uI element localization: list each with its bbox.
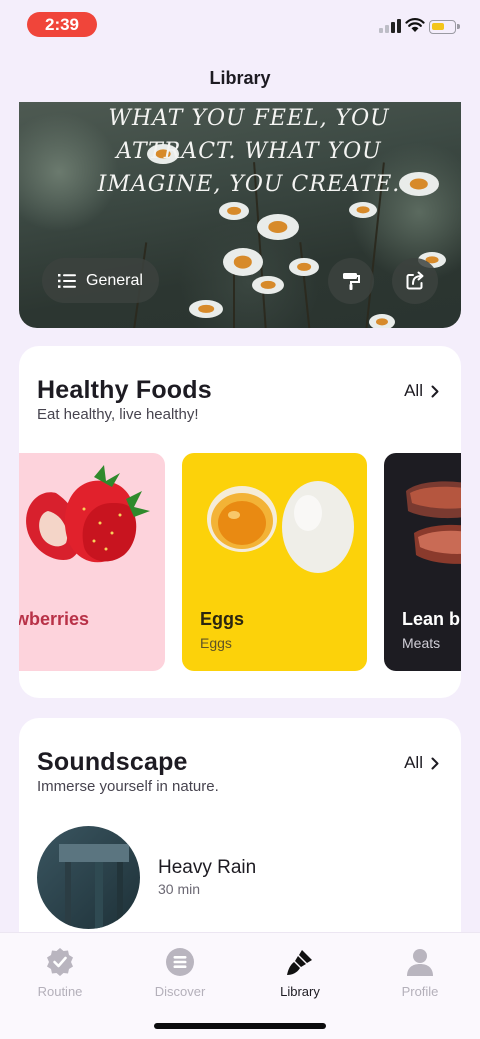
quote-line: WHAT YOU FEEL, YOU — [108, 106, 390, 131]
section-subtitle: Eat healthy, live healthy! — [37, 406, 199, 423]
food-category: Meats — [402, 635, 441, 651]
tab-label: Profile — [401, 984, 439, 999]
quote-line: IMAGINE, YOU CREATE. — [97, 172, 401, 197]
share-icon — [406, 271, 424, 290]
menu-circle-icon — [166, 948, 194, 976]
wifi-icon — [405, 18, 425, 32]
soundscape-all-link[interactable]: All — [404, 753, 439, 773]
section-title: Soundscape — [37, 748, 188, 776]
food-card-eggs[interactable]: Eggs Eggs — [182, 453, 367, 671]
quote-banner[interactable]: WHAT YOU FEEL, YOU ATTRACT. WHAT YOU IMA… — [19, 102, 461, 328]
food-card-lean-beef[interactable]: Lean b Meats — [384, 453, 461, 671]
all-link-label: All — [404, 753, 423, 772]
paint-roller-icon — [343, 273, 360, 290]
paint-brush-icon — [287, 950, 312, 975]
person-icon — [407, 949, 433, 976]
all-link-label: All — [404, 381, 423, 400]
tab-label: Library — [280, 984, 320, 999]
sound-name: Heavy Rain — [158, 857, 257, 878]
home-indicator — [154, 1023, 326, 1029]
sound-duration: 30 min — [158, 881, 201, 897]
food-name: rawberries — [19, 609, 90, 629]
beef-image — [406, 481, 461, 564]
section-title: Healthy Foods — [37, 376, 212, 404]
egg-image — [207, 481, 354, 573]
chevron-right-icon — [431, 385, 439, 397]
status-bar: 2:39 — [0, 0, 480, 48]
category-button[interactable]: General — [42, 258, 159, 303]
food-card-strawberries[interactable]: rawberries its — [19, 453, 165, 671]
tab-profile[interactable]: Profile — [360, 933, 480, 1003]
quote-line: ATTRACT. WHAT YOU — [116, 139, 382, 164]
category-button-label: General — [86, 271, 143, 289]
section-subtitle: Immerse yourself in nature. — [37, 778, 219, 795]
battery-icon — [429, 20, 460, 34]
food-category: Eggs — [200, 635, 232, 651]
status-time: 2:39 — [27, 12, 97, 37]
food-name: Eggs — [200, 609, 245, 629]
page-title: Library — [209, 68, 271, 88]
quote-text: WHAT YOU FEEL, YOU ATTRACT. WHAT YOU IMA… — [59, 102, 439, 201]
tab-label: Routine — [37, 984, 83, 999]
strawberry-image — [26, 465, 150, 563]
share-button[interactable] — [392, 258, 438, 304]
sound-artwork — [37, 826, 140, 929]
sound-item-heavy-rain[interactable]: Heavy Rain 30 min — [37, 826, 457, 930]
theme-button[interactable] — [328, 258, 374, 304]
healthy-foods-all-link[interactable]: All — [404, 381, 439, 401]
tab-library[interactable]: Library — [240, 933, 360, 1003]
cellular-signal-icon — [379, 19, 401, 33]
healthy-foods-section: Healthy Foods Eat healthy, live healthy!… — [19, 346, 461, 698]
food-name: Lean b — [402, 609, 461, 629]
list-icon — [58, 273, 76, 288]
tab-routine[interactable]: Routine — [0, 933, 120, 1003]
tab-label: Discover — [154, 984, 206, 999]
badge-check-icon — [47, 948, 73, 976]
chevron-right-icon — [431, 757, 439, 769]
tab-discover[interactable]: Discover — [120, 933, 240, 1003]
